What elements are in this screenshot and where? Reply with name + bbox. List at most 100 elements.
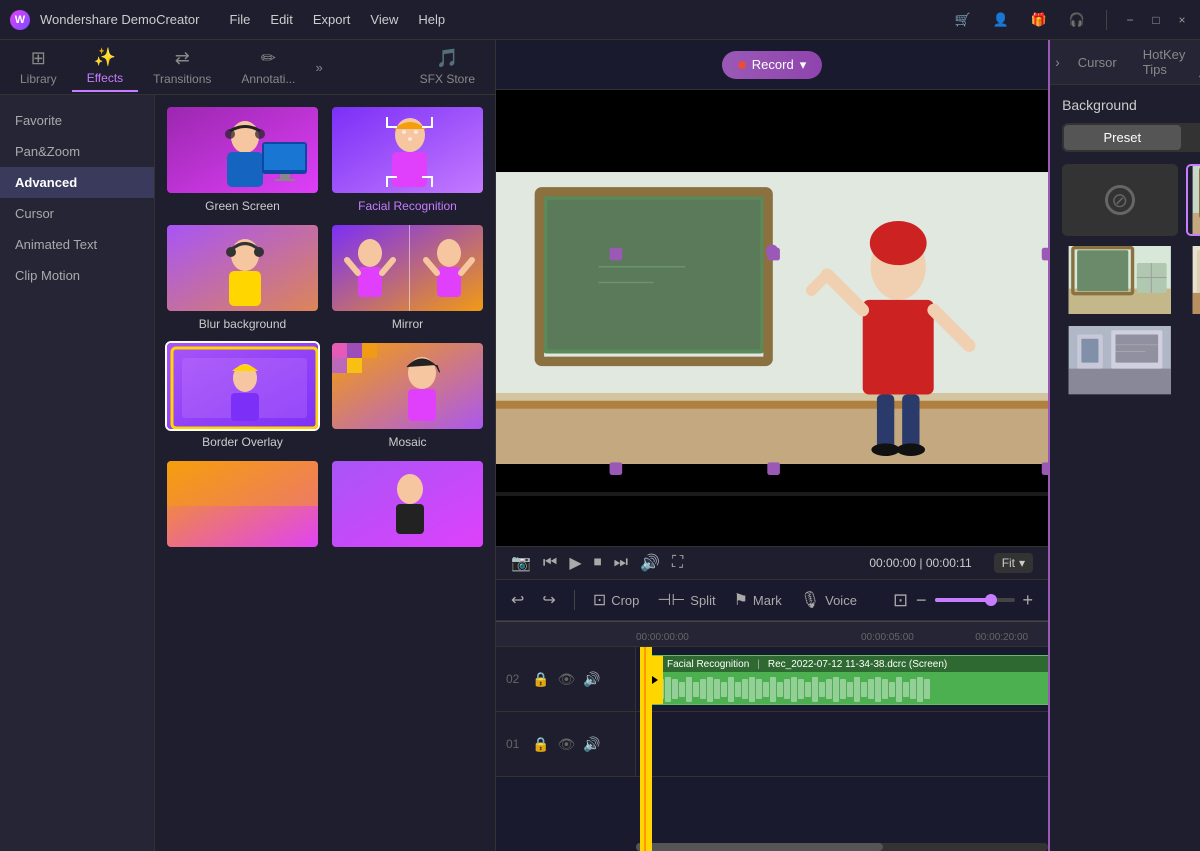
- maximize-button[interactable]: □: [1148, 12, 1164, 28]
- fullscreen-button[interactable]: ⛶: [672, 554, 683, 572]
- effect-thumb-facial: [330, 105, 485, 195]
- tab-sfx[interactable]: 🎵 SFX Store: [405, 43, 490, 91]
- effect-card-partial1[interactable]: [165, 459, 320, 553]
- clip-filename: Rec_2022-07-12 11-34-38.dcrc (Screen): [768, 659, 947, 670]
- timeline: 00:00:00:00 00:00:05:00 00:00:10:00 00:0…: [496, 621, 1048, 851]
- bg-thumb-disabled[interactable]: ⊘: [1062, 164, 1178, 236]
- screenshot-button[interactable]: 📷: [511, 553, 531, 573]
- effect-thumb-mosaic: [330, 341, 485, 431]
- effect-card-mirror[interactable]: Mirror: [330, 223, 485, 331]
- track-lock-01[interactable]: 🔒: [532, 736, 549, 753]
- redo-button[interactable]: ↪: [542, 590, 555, 610]
- menu-file[interactable]: File: [229, 12, 250, 27]
- record-label: Record: [752, 57, 794, 72]
- right-content: Background Preset Local ⊘: [1050, 85, 1200, 851]
- menu-export[interactable]: Export: [313, 12, 351, 27]
- tabs-expand-icon[interactable]: »: [315, 60, 322, 75]
- effect-label-mosaic: Mosaic: [388, 435, 426, 449]
- zoom-controls: ⊡ − +: [893, 590, 1033, 611]
- effects-grid: Green Screen: [155, 95, 495, 851]
- effect-card-mosaic[interactable]: Mosaic: [330, 341, 485, 449]
- split-button[interactable]: ⊣⊢ Split: [657, 590, 715, 610]
- split-icon: ⊣⊢: [657, 590, 685, 610]
- crop-button[interactable]: ⊡ Crop: [593, 590, 640, 610]
- menu-edit[interactable]: Edit: [270, 12, 292, 27]
- zoom-in-button[interactable]: +: [1023, 590, 1034, 611]
- video-progress-bar[interactable]: [496, 492, 1048, 496]
- bg-thumb-classroom2[interactable]: [1062, 244, 1178, 316]
- prev-button[interactable]: ⏮: [543, 554, 557, 572]
- play-button[interactable]: ▶: [569, 553, 581, 573]
- preset-button[interactable]: Preset: [1064, 125, 1181, 150]
- effect-card-blur[interactable]: Blur background: [165, 223, 320, 331]
- volume-button[interactable]: 🔊: [640, 553, 660, 573]
- timeline-clip[interactable]: Facial Recognition | Rec_2022-07-12 11-3…: [646, 655, 1048, 705]
- effect-card-green-screen[interactable]: Green Screen: [165, 105, 320, 213]
- mark-icon: ⚑: [734, 590, 748, 610]
- zoom-fit-button[interactable]: ⊡: [893, 590, 908, 611]
- bg-thumb-office2[interactable]: [1062, 324, 1178, 396]
- timeline-scrollbar[interactable]: [636, 843, 1048, 851]
- effect-card-partial2[interactable]: [330, 459, 485, 553]
- zoom-slider[interactable]: [935, 598, 1015, 602]
- user-icon[interactable]: 👤: [987, 6, 1015, 34]
- track-eye-01[interactable]: 👁: [557, 736, 575, 753]
- record-button[interactable]: Record ▾: [722, 51, 822, 79]
- effect-card-facial[interactable]: Facial Recognition: [330, 105, 485, 213]
- preset-local-bar: Preset Local: [1062, 123, 1200, 152]
- track-content-01: [636, 712, 1048, 776]
- sidebar-item-animated-text[interactable]: Animated Text: [0, 229, 154, 260]
- next-button[interactable]: ⏭: [614, 554, 628, 572]
- center-top-bar: Record ▾: [496, 40, 1048, 90]
- voice-button[interactable]: 🎙 Voice: [800, 590, 857, 610]
- sidebar-item-advanced[interactable]: Advanced: [0, 167, 154, 198]
- track-audio-01[interactable]: 🔊: [583, 736, 600, 753]
- track-eye-02[interactable]: 👁: [557, 671, 575, 688]
- effect-card-border[interactable]: Border Overlay: [165, 341, 320, 449]
- track-audio-02[interactable]: 🔊: [583, 671, 600, 688]
- crop-icon: ⊡: [593, 590, 606, 610]
- bg-thumb-office1[interactable]: [1186, 244, 1200, 316]
- effect-thumb-mirror: [330, 223, 485, 313]
- local-button[interactable]: Local: [1183, 125, 1200, 150]
- tab-effects[interactable]: ✨ Effects: [72, 42, 138, 92]
- zoom-out-button[interactable]: −: [916, 590, 927, 611]
- headset-icon[interactable]: 🎧: [1063, 6, 1091, 34]
- tab-sfx-label: SFX Store: [420, 72, 475, 86]
- close-button[interactable]: ×: [1174, 12, 1190, 28]
- track-controls-01: 01 🔒 👁 🔊: [496, 712, 636, 776]
- titlebar: W Wondershare DemoCreator File Edit Expo…: [0, 0, 1200, 40]
- tab-library[interactable]: ⊞ Library: [5, 43, 72, 91]
- track-lock-02[interactable]: 🔒: [532, 671, 549, 688]
- sidebar-item-clip-motion[interactable]: Clip Motion: [0, 260, 154, 291]
- gift-icon[interactable]: 🎁: [1025, 6, 1053, 34]
- effect-label-mirror: Mirror: [392, 317, 423, 331]
- fit-dropdown[interactable]: Fit ▾: [994, 553, 1033, 573]
- right-panel-expand-icon[interactable]: ›: [1055, 54, 1060, 70]
- right-tab-hotkey[interactable]: HotKey Tips: [1131, 39, 1198, 85]
- undo-button[interactable]: ↩: [511, 590, 524, 610]
- app-icon: W: [10, 10, 30, 30]
- cart-icon[interactable]: 🛒: [949, 6, 977, 34]
- tab-annotations[interactable]: ✏ Annotati...: [226, 43, 310, 91]
- toolbar: ↩ ↪ ⊡ Crop ⊣⊢ Split ⚑ Mark 🎙 Voice: [496, 579, 1048, 621]
- timeline-scrollbar-thumb: [636, 843, 883, 851]
- clip-name: Facial Recognition: [667, 659, 749, 670]
- fit-button[interactable]: Fit ▾: [994, 553, 1033, 573]
- right-tab-cursor[interactable]: Cursor: [1066, 47, 1129, 78]
- stop-button[interactable]: ⏹: [594, 554, 602, 572]
- sidebar-item-favorite[interactable]: Favorite: [0, 105, 154, 136]
- tab-transitions[interactable]: ⇄ Transitions: [138, 43, 226, 91]
- video-preview: [496, 90, 1048, 546]
- mark-button[interactable]: ⚑ Mark: [734, 590, 782, 610]
- split-label: Split: [690, 593, 715, 608]
- total-time: 00:00:11: [926, 556, 972, 570]
- bg-thumb-classroom1[interactable]: [1186, 164, 1200, 236]
- minimize-button[interactable]: −: [1122, 12, 1138, 28]
- menu-help[interactable]: Help: [418, 12, 445, 27]
- sidebar-item-cursor[interactable]: Cursor: [0, 198, 154, 229]
- sidebar-item-panzoom[interactable]: Pan&Zoom: [0, 136, 154, 167]
- menu-view[interactable]: View: [370, 12, 398, 27]
- crop-label: Crop: [611, 593, 639, 608]
- tab-effects-label: Effects: [87, 71, 123, 85]
